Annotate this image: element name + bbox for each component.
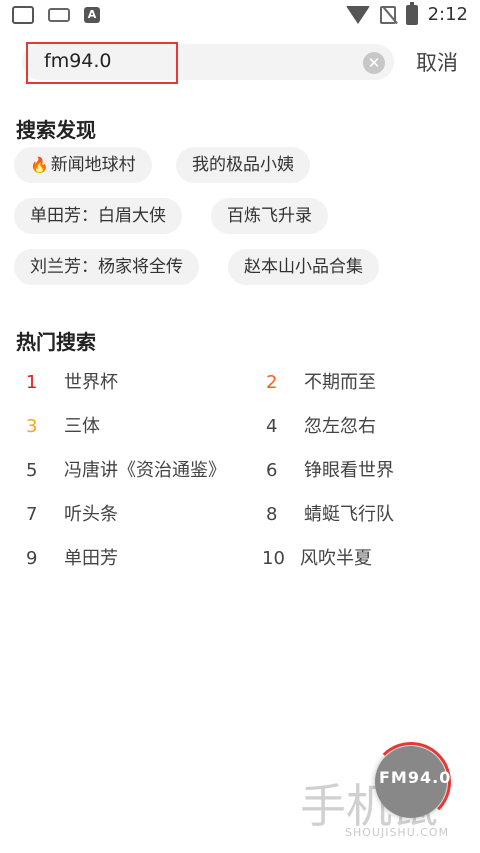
fire-icon: 🔥 bbox=[30, 156, 49, 174]
hot-item[interactable]: 9 单田芳 bbox=[26, 544, 118, 570]
hot-title: 热门搜索 bbox=[16, 330, 96, 354]
discover-chip[interactable]: 🔥 新闻地球村 bbox=[14, 147, 152, 183]
hot-item[interactable]: 2 不期而至 bbox=[266, 368, 376, 394]
chip-label: 新闻地球村 bbox=[50, 155, 136, 175]
no-sim-icon bbox=[379, 5, 396, 24]
chip-label: 赵本山小品合集 bbox=[244, 257, 363, 277]
hot-item[interactable]: 10 风吹半夏 bbox=[262, 544, 372, 570]
hot-item[interactable]: 7 听头条 bbox=[26, 500, 118, 526]
hot-rank: 8 bbox=[266, 504, 278, 525]
hot-rank: 7 bbox=[26, 504, 38, 525]
hot-rank: 4 bbox=[266, 416, 278, 437]
clear-icon[interactable]: ✕ bbox=[363, 52, 385, 74]
hot-label: 冯唐讲《资治通鉴》 bbox=[64, 460, 226, 481]
discover-chip[interactable]: 刘兰芳：杨家将全传 bbox=[14, 249, 199, 285]
chip-label: 单田芳：白眉大侠 bbox=[30, 206, 166, 226]
discover-chip[interactable]: 我的极品小姨 bbox=[176, 147, 310, 183]
cancel-button[interactable]: 取消 bbox=[416, 47, 458, 77]
hot-rank: 2 bbox=[266, 372, 278, 393]
search-input[interactable]: fm94.0 bbox=[44, 50, 112, 72]
chip-label: 我的极品小姨 bbox=[192, 155, 294, 175]
hot-rank: 1 bbox=[26, 372, 38, 393]
hot-item[interactable]: 4 忽左忽右 bbox=[266, 412, 376, 438]
status-bar: A 2:12 bbox=[0, 0, 480, 32]
screen-icon bbox=[12, 6, 34, 24]
hot-rank: 3 bbox=[26, 416, 38, 437]
discover-chip[interactable]: 百炼飞升录 bbox=[211, 198, 328, 234]
hot-item[interactable]: 8 蜻蜓飞行队 bbox=[266, 500, 394, 526]
wifi-icon bbox=[345, 5, 370, 24]
hot-label: 单田芳 bbox=[64, 548, 118, 569]
hot-item[interactable]: 6 铮眼看世界 bbox=[266, 456, 394, 482]
hot-label: 不期而至 bbox=[304, 372, 376, 393]
hot-label: 世界杯 bbox=[64, 372, 118, 393]
discover-title: 搜索发现 bbox=[16, 118, 96, 142]
text-a-icon: A bbox=[84, 7, 100, 23]
hot-rank: 5 bbox=[26, 460, 38, 481]
battery-icon bbox=[405, 1, 418, 25]
status-left-icons: A bbox=[12, 6, 100, 24]
mini-player-button[interactable]: FM94.0 bbox=[371, 742, 452, 822]
chip-label: 刘兰芳：杨家将全传 bbox=[30, 257, 183, 277]
watermark-sub: SHOUJISHU.COM bbox=[345, 826, 450, 839]
hot-item[interactable]: 3 三体 bbox=[26, 412, 100, 438]
status-time: 2:12 bbox=[427, 4, 468, 25]
hot-label: 风吹半夏 bbox=[300, 548, 372, 569]
hot-item[interactable]: 1 世界杯 bbox=[26, 368, 118, 394]
status-right-icons: 2:12 bbox=[345, 1, 468, 25]
hot-rank: 10 bbox=[262, 548, 285, 569]
hot-label: 忽左忽右 bbox=[304, 416, 376, 437]
hot-label: 蜻蜓飞行队 bbox=[304, 504, 394, 525]
hot-label: 听头条 bbox=[64, 504, 118, 525]
discover-chip[interactable]: 赵本山小品合集 bbox=[228, 249, 379, 285]
hot-rank: 6 bbox=[266, 460, 278, 481]
keyboard-icon bbox=[48, 8, 70, 22]
hot-item[interactable]: 5 冯唐讲《资治通鉴》 bbox=[26, 456, 226, 482]
discover-chip[interactable]: 单田芳：白眉大侠 bbox=[14, 198, 182, 234]
chip-label: 百炼飞升录 bbox=[227, 206, 312, 226]
hot-rank: 9 bbox=[26, 548, 38, 569]
hot-label: 三体 bbox=[64, 416, 100, 437]
player-logo: FM94.0 bbox=[379, 768, 452, 787]
hot-label: 铮眼看世界 bbox=[304, 460, 394, 481]
